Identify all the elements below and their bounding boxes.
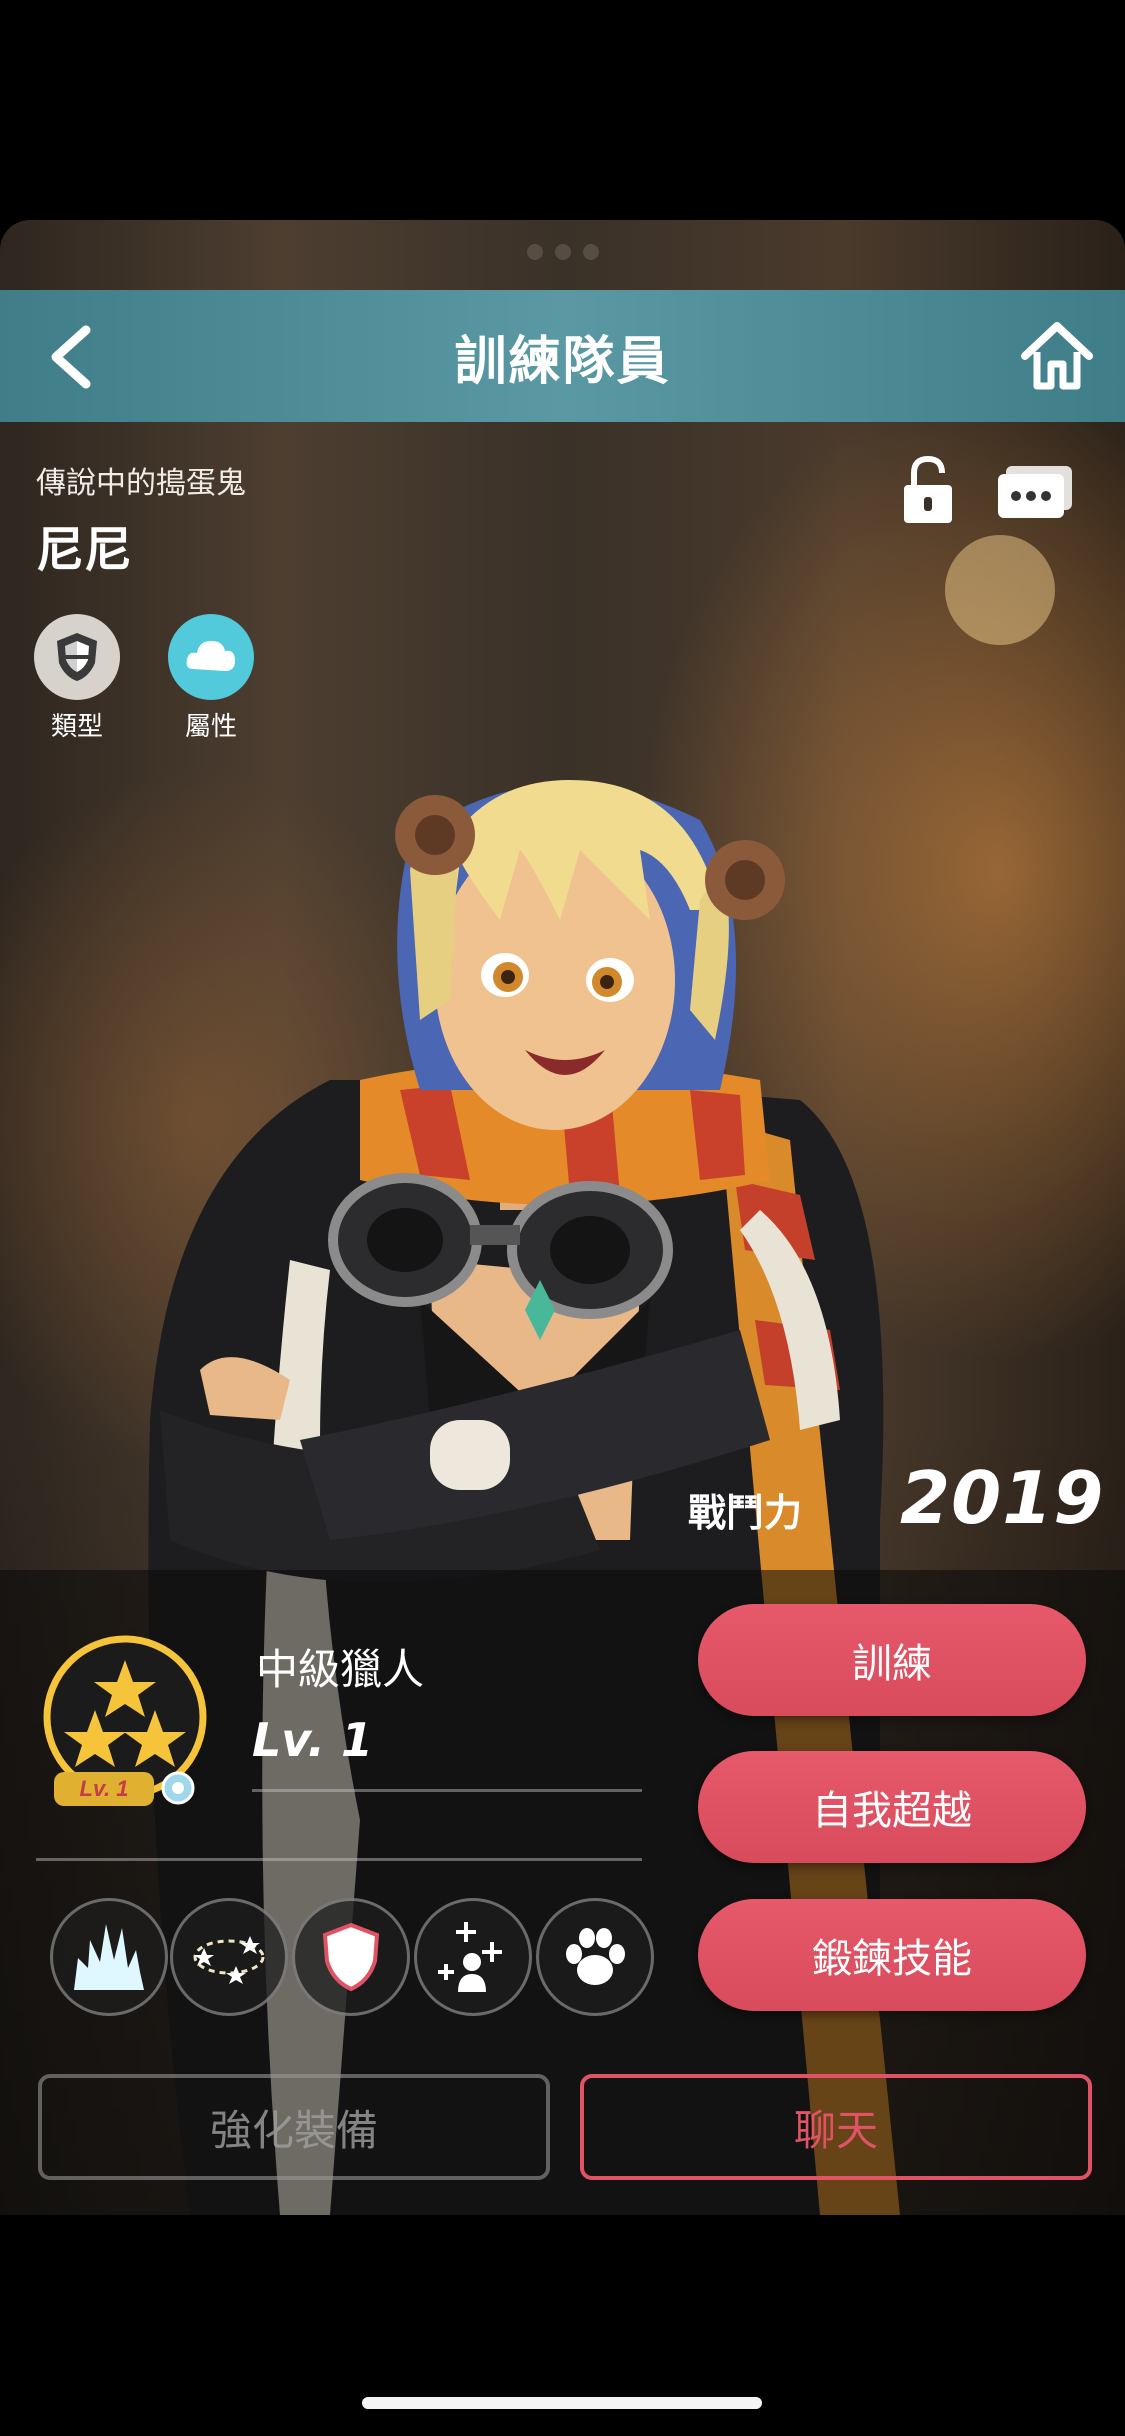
transcend-button[interactable]: 自我超越: [698, 1751, 1086, 1863]
dialogue-icon[interactable]: [996, 464, 1074, 522]
divider: [252, 1789, 642, 1792]
burst-skill-icon[interactable]: [50, 1898, 168, 2016]
sheet-grabber[interactable]: [526, 244, 599, 260]
rank-level: Lv. 1: [252, 1713, 374, 1767]
unlock-icon[interactable]: [900, 455, 956, 525]
chat-button[interactable]: 聊天: [580, 2074, 1092, 2180]
type-label: 類型: [50, 712, 103, 742]
buff-person-skill-icon[interactable]: [414, 1898, 532, 2016]
stars-orbit-skill-icon[interactable]: [170, 1898, 288, 2016]
home-indicator[interactable]: [362, 2397, 762, 2409]
divider: [36, 1858, 642, 1861]
paw-skill-icon[interactable]: [536, 1898, 654, 2016]
shield-skill-icon[interactable]: [292, 1898, 410, 2016]
combat-power-label: 戰鬥力: [688, 1491, 803, 1535]
attribute-label: 屬性: [184, 712, 237, 742]
shield-icon: [34, 614, 120, 700]
rank-title: 中級獵人: [256, 1645, 425, 1694]
combat-power-value: 2019: [900, 1456, 1105, 1540]
train-button[interactable]: 訓練: [698, 1604, 1086, 1716]
attribute-badge[interactable]: 屬性: [168, 614, 254, 743]
page-title: 訓練隊員: [454, 331, 671, 392]
home-icon[interactable]: [1019, 318, 1095, 394]
character-name: 尼尼: [36, 522, 133, 578]
element-cloud-icon: [168, 614, 254, 700]
top-nav-bar: 訓練隊員: [0, 290, 1125, 422]
character-title: 傳說中的搗蛋鬼: [36, 466, 246, 501]
rank-emblem[interactable]: Lv. 1: [40, 1632, 210, 1812]
type-badge[interactable]: 類型: [34, 614, 120, 743]
skill-training-button[interactable]: 鍛鍊技能: [698, 1899, 1086, 2011]
back-arrow-icon[interactable]: [38, 322, 108, 392]
enhance-equipment-button[interactable]: 強化裝備: [38, 2074, 550, 2180]
rank-badge-level: Lv. 1: [80, 1776, 129, 1801]
